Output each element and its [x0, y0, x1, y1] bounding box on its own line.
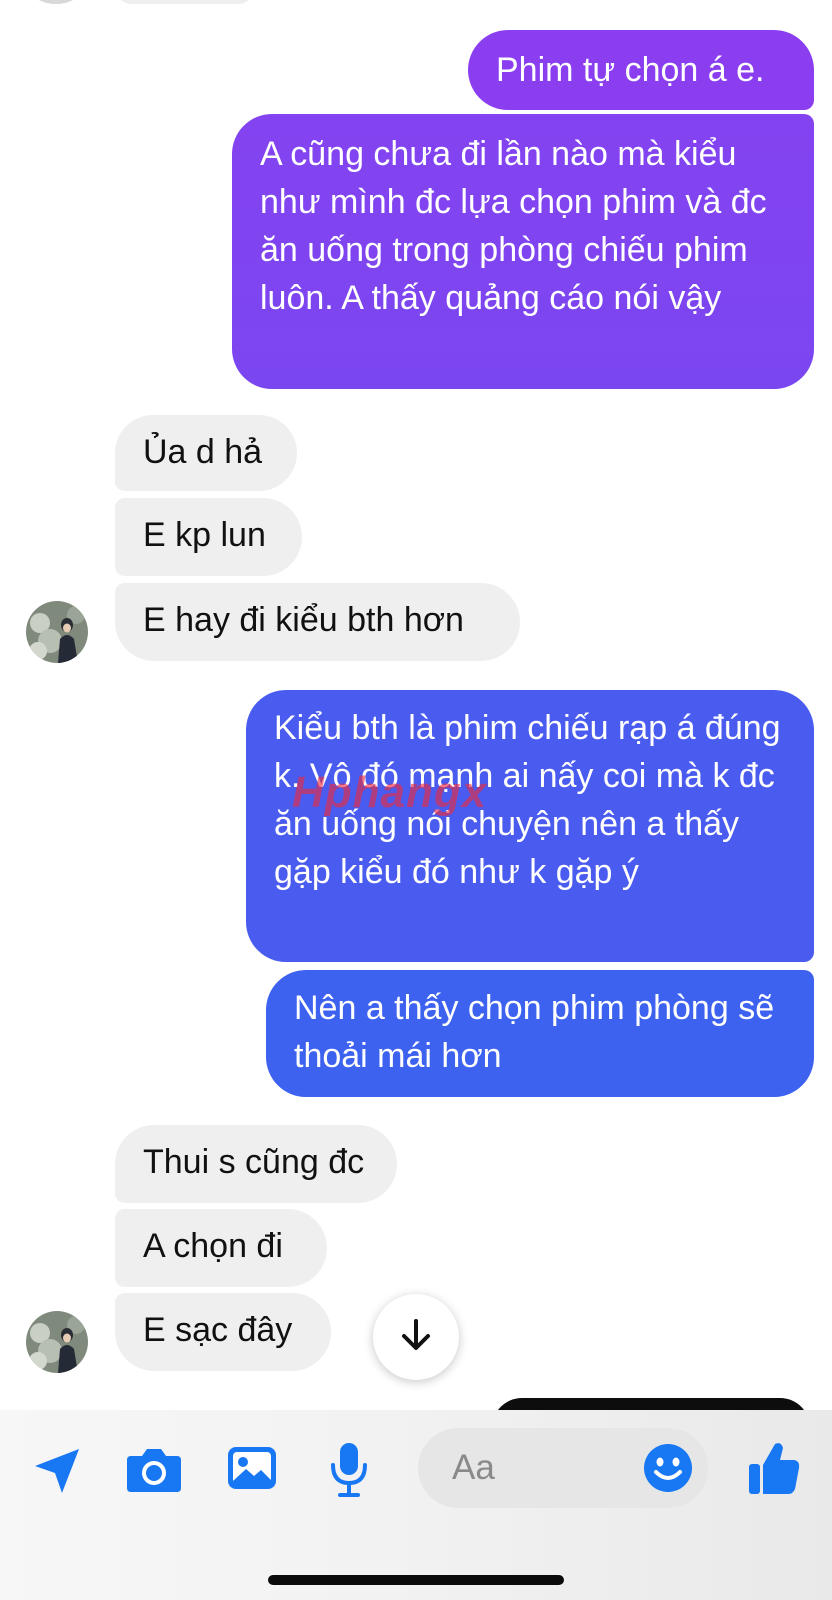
emoji-icon[interactable]: [642, 1442, 694, 1494]
message-bubble-incoming[interactable]: Ủa d hả: [115, 415, 297, 491]
message-bubble-outgoing[interactable]: A cũng chưa đi lần nào mà kiểu như mình …: [232, 114, 814, 389]
home-indicator[interactable]: [268, 1575, 564, 1585]
watermark-text: Hphangx: [292, 768, 488, 817]
message-bubble-incoming[interactable]: E hay đi kiểu bth hơn: [115, 583, 520, 661]
message-input-pill[interactable]: [418, 1428, 708, 1508]
chat-screen: Phim tự chọn á e. A cũng chưa đi lần nào…: [0, 0, 832, 1600]
message-bubble-incoming[interactable]: A chọn đi: [115, 1209, 327, 1287]
partial-message-bubble: [115, 0, 255, 4]
composer-bar: [0, 1410, 832, 1600]
message-bubble-incoming[interactable]: E sạc đây: [115, 1293, 331, 1371]
contact-avatar[interactable]: [26, 1311, 88, 1373]
contact-avatar[interactable]: [26, 601, 88, 663]
message-bubble-incoming[interactable]: Thui s cũng đc: [115, 1125, 397, 1203]
thumbs-up-icon[interactable]: [746, 1438, 802, 1498]
send-location-icon[interactable]: [28, 1442, 86, 1500]
message-bubble-outgoing[interactable]: Kiểu bth là phim chiếu rạp á đúng k. Vô …: [246, 690, 814, 962]
message-input[interactable]: [452, 1428, 612, 1508]
message-bubble-incoming[interactable]: E kp lun: [115, 498, 302, 576]
partial-avatar: [26, 0, 86, 4]
scroll-to-bottom-button[interactable]: [373, 1294, 459, 1380]
message-bubble-outgoing[interactable]: Nên a thấy chọn phim phòng sẽ thoải mái …: [266, 970, 814, 1097]
camera-icon[interactable]: [124, 1442, 184, 1496]
image-icon[interactable]: [226, 1444, 278, 1492]
message-bubble-outgoing[interactable]: Phim tự chọn á e.: [468, 30, 814, 110]
microphone-icon[interactable]: [328, 1440, 370, 1500]
arrow-down-icon: [396, 1315, 436, 1360]
